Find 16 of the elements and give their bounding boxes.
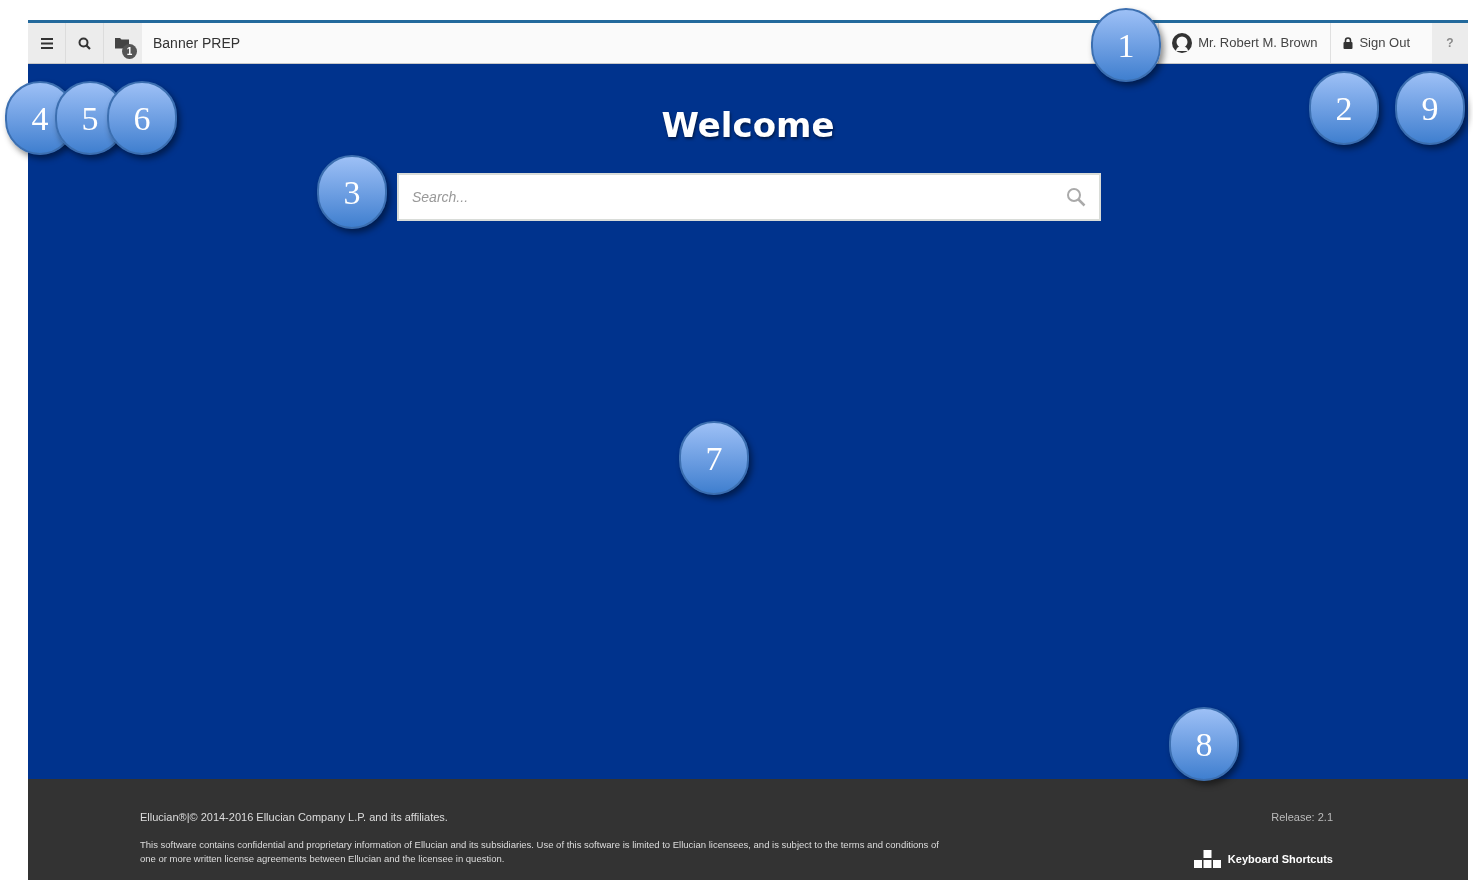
keyboard-keys-icon [1193,849,1221,869]
search-icon [78,36,91,50]
user-avatar-icon [1172,33,1193,53]
search-icon [1066,187,1086,207]
release-version: Release: 2.1 [1271,810,1333,825]
count-badge: 1 [122,44,137,59]
recent-items-button[interactable]: 1 [104,23,142,63]
app-title: Banner PREP [153,33,241,53]
license-notice: This software contains confidential and proprietary information of Ellucian and its subsidiaries. Use of this software is limited to Ellucian licensees, and is subject to the terms and conditions of one or more written license agreements between Ellucian and the licensee in question. [140,837,940,866]
search-field[interactable]: Search... [397,173,1101,221]
menu-icon [40,37,53,49]
welcome-heading: Welcome [661,104,835,147]
copyright-text: Ellucian®|© 2014-2016 Ellucian Company L.P. and its affiliates. [140,810,449,825]
keyboard-shortcuts-link[interactable]: Keyboard Shortcuts [1193,849,1333,869]
folder-icon [115,37,131,49]
lock-icon [1343,37,1354,49]
